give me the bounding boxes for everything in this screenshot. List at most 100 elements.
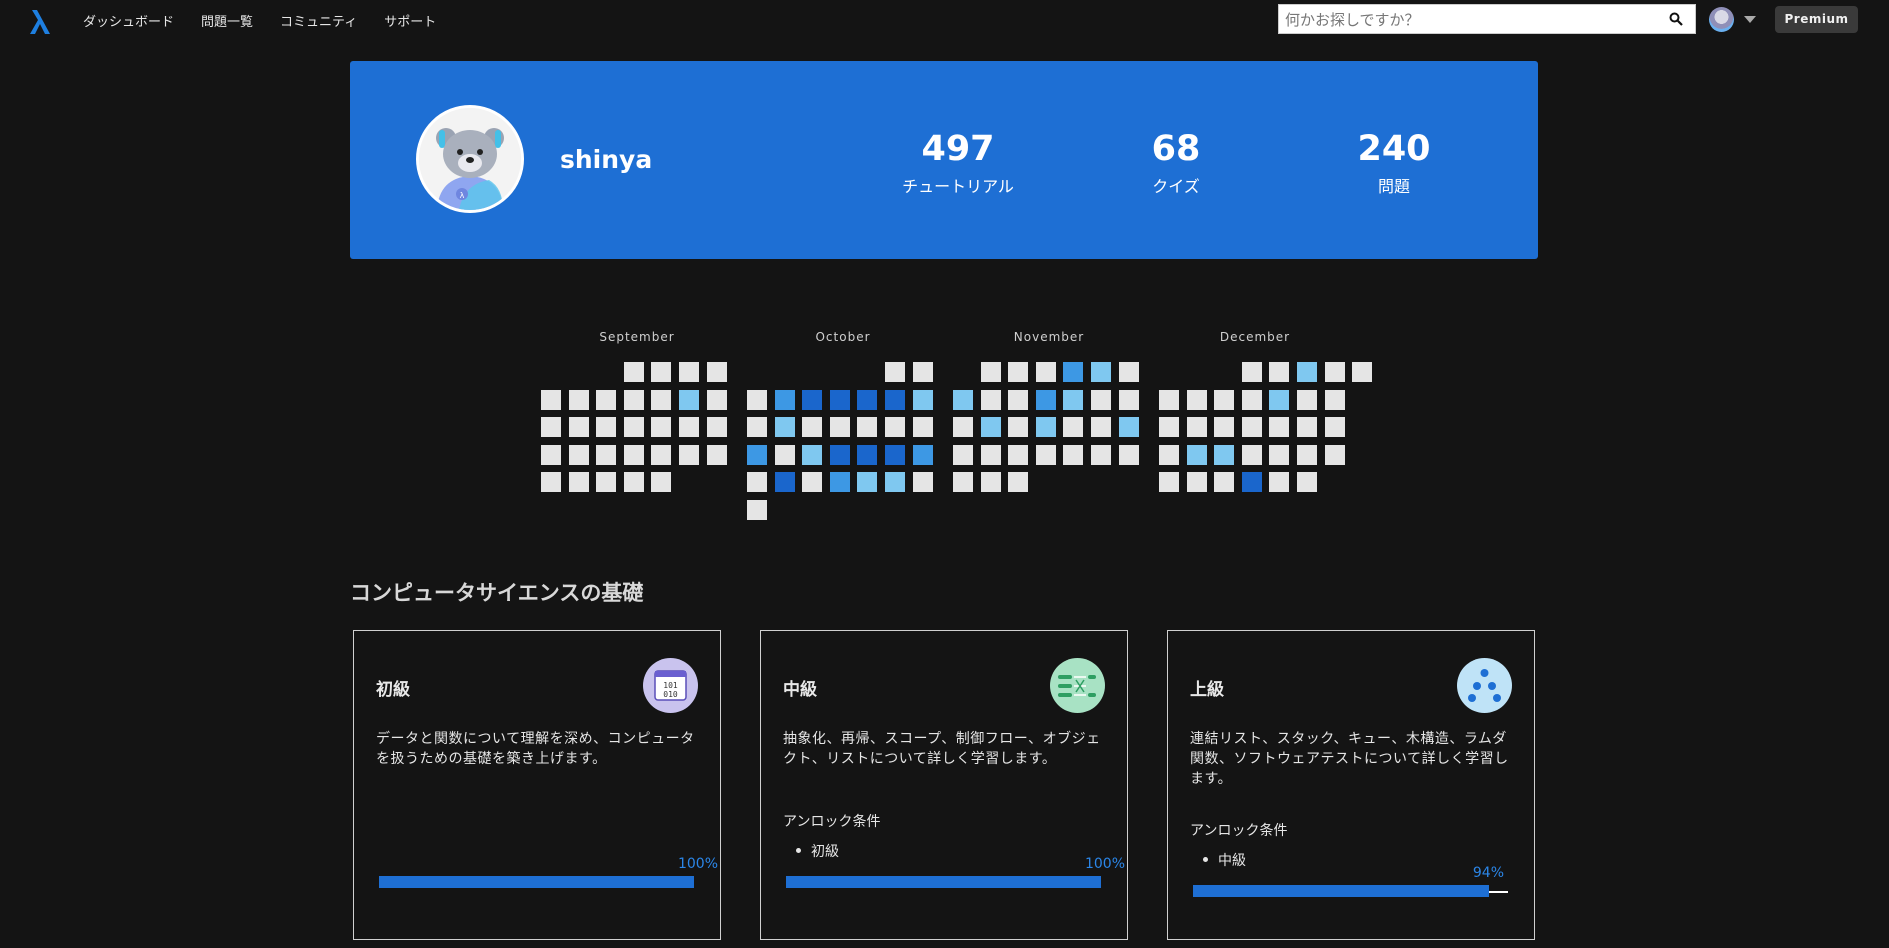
bear-avatar-icon: λ: [419, 108, 521, 210]
unlock-requirement: 初級: [796, 841, 839, 861]
activity-cell-november: [953, 472, 973, 492]
activity-cell-september: [624, 472, 644, 492]
activity-cell-november: [1063, 390, 1083, 410]
activity-cell-december: [1242, 445, 1262, 465]
activity-cell-december: [1159, 445, 1179, 465]
search-input[interactable]: [1283, 9, 1667, 31]
activity-cell-october: [913, 417, 933, 437]
activity-cell-october: [885, 472, 905, 492]
activity-cell-december: [1242, 390, 1262, 410]
activity-cell-december: [1187, 472, 1207, 492]
activity-cell-november: [981, 390, 1001, 410]
search-icon[interactable]: [1669, 12, 1683, 26]
activity-cell-december: [1187, 417, 1207, 437]
activity-cell-september: [707, 417, 727, 437]
month-label-september: September: [599, 330, 675, 344]
card-description: データと関数について理解を深め、コンピュータを扱うための基礎を築き上げます。: [376, 731, 695, 767]
premium-button[interactable]: Premium: [1775, 6, 1858, 33]
activity-cell-december: [1187, 445, 1207, 465]
course-card-beginner[interactable]: 初級 101 010 データと関数について理解を深め、コンピュータを扱うための基…: [353, 630, 721, 940]
activity-cell-december: [1242, 417, 1262, 437]
activity-cell-september: [651, 445, 671, 465]
chevron-down-icon[interactable]: [1744, 16, 1756, 23]
activity-cell-september: [651, 417, 671, 437]
activity-cell-october: [747, 390, 767, 410]
activity-cell-december: [1325, 390, 1345, 410]
activity-cell-december: [1269, 417, 1289, 437]
card-description: 連結リスト、スタック、キュー、木構造、ラムダ関数、ソフトウェアテストについて詳し…: [1190, 731, 1509, 787]
card-title: 初級: [376, 680, 410, 700]
activity-cell-september: [541, 417, 561, 437]
activity-cell-october: [885, 445, 905, 465]
activity-cell-october: [885, 390, 905, 410]
activity-cell-november: [1008, 472, 1028, 492]
activity-cell-december: [1269, 390, 1289, 410]
nav-link-dashboard[interactable]: ダッシュボード: [83, 11, 174, 30]
activity-cell-december: [1159, 417, 1179, 437]
svg-text:010: 010: [663, 690, 678, 699]
profile-avatar: λ: [416, 105, 524, 213]
activity-cell-september: [569, 390, 589, 410]
nav-link-problems[interactable]: 問題一覧: [201, 11, 253, 30]
user-avatar[interactable]: [1709, 7, 1734, 32]
progress-fill: [1193, 885, 1489, 897]
activity-cell-september: [624, 445, 644, 465]
activity-cell-september: [541, 472, 561, 492]
activity-cell-december: [1269, 362, 1289, 382]
activity-cell-october: [913, 390, 933, 410]
activity-cell-october: [885, 362, 905, 382]
unlock-requirement: 中級: [1203, 850, 1246, 870]
activity-cell-september: [651, 472, 671, 492]
activity-cell-october: [913, 472, 933, 492]
activity-cell-december: [1187, 390, 1207, 410]
activity-cell-december: [1242, 362, 1262, 382]
activity-cell-september: [569, 417, 589, 437]
activity-cell-december: [1325, 417, 1345, 437]
course-card-intermediate[interactable]: 中級 抽象化、再帰、スコープ、制御フロー、オブジェクト、リストについて詳しく学習…: [760, 630, 1128, 940]
progress-percent: 100%: [1084, 856, 1125, 872]
activity-cell-september: [569, 472, 589, 492]
activity-cell-november: [1119, 445, 1139, 465]
activity-cell-september: [707, 390, 727, 410]
activity-cell-november: [1008, 445, 1028, 465]
stat-label: チュートリアル: [902, 177, 1014, 196]
activity-cell-november: [1119, 390, 1139, 410]
activity-cell-october: [747, 417, 767, 437]
activity-cell-november: [1008, 417, 1028, 437]
activity-cell-december: [1159, 472, 1179, 492]
activity-cell-november: [953, 390, 973, 410]
nav-link-support[interactable]: サポート: [384, 11, 436, 30]
lambda-logo-icon[interactable]: [26, 8, 54, 36]
activity-cell-november: [1008, 362, 1028, 382]
activity-cell-november: [953, 417, 973, 437]
activity-cell-november: [1036, 362, 1056, 382]
activity-cell-october: [802, 390, 822, 410]
card-title: 上級: [1190, 680, 1224, 700]
activity-cell-october: [885, 417, 905, 437]
activity-cell-september: [596, 417, 616, 437]
activity-cell-october: [830, 472, 850, 492]
activity-cell-december: [1214, 390, 1234, 410]
activity-cell-november: [981, 472, 1001, 492]
activity-cell-november: [1119, 417, 1139, 437]
activity-cell-december: [1269, 472, 1289, 492]
nav-link-community[interactable]: コミュニティ: [280, 11, 357, 30]
course-card-advanced[interactable]: 上級 連結リスト、スタック、キュー、木構造、ラムダ関数、ソフトウェアテストについ…: [1167, 630, 1535, 940]
activity-cell-november: [1008, 390, 1028, 410]
activity-cell-october: [913, 445, 933, 465]
activity-cell-november: [981, 417, 1001, 437]
activity-cell-november: [1063, 362, 1083, 382]
activity-cell-november: [981, 362, 1001, 382]
activity-cell-september: [651, 362, 671, 382]
activity-cell-december: [1159, 390, 1179, 410]
card-description: 抽象化、再帰、スコープ、制御フロー、オブジェクト、リストについて詳しく学習します…: [783, 731, 1101, 767]
activity-cell-december: [1297, 417, 1317, 437]
activity-cell-september: [624, 362, 644, 382]
flow-list-icon: [1050, 658, 1105, 713]
activity-cell-october: [775, 390, 795, 410]
activity-cell-december: [1352, 362, 1372, 382]
activity-cell-october: [857, 472, 877, 492]
activity-cell-december: [1269, 445, 1289, 465]
activity-cell-december: [1214, 417, 1234, 437]
progress-fill: [379, 876, 694, 888]
